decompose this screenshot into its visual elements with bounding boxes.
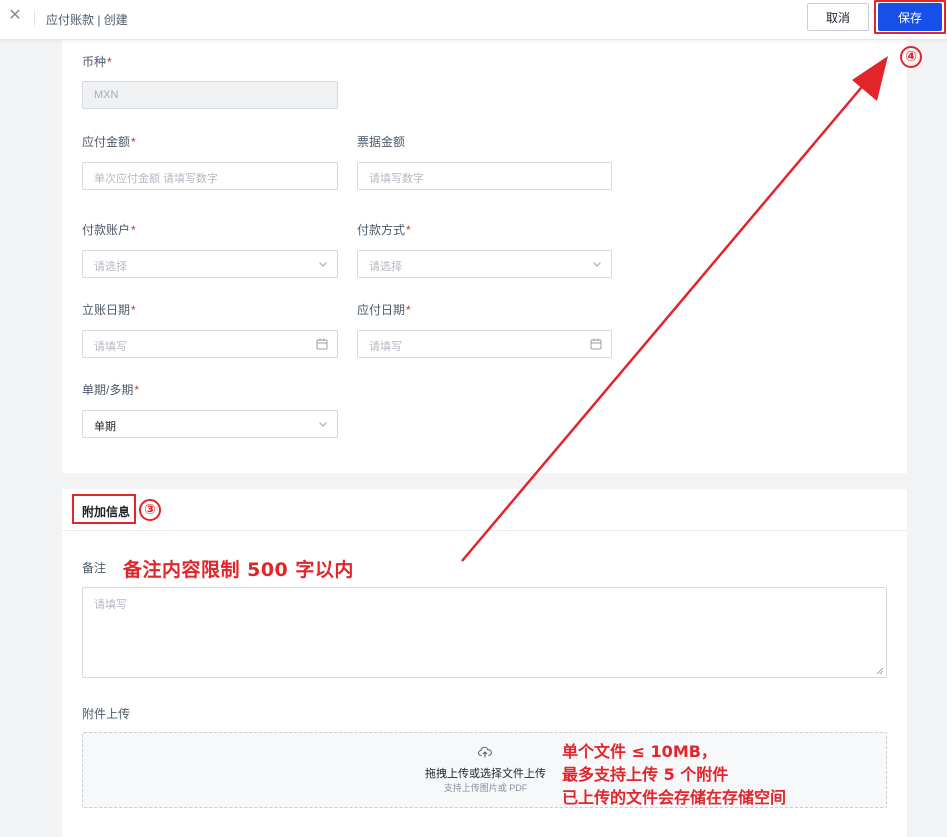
annotation-step-3: ③ bbox=[139, 499, 161, 521]
close-icon[interactable]: ✕ bbox=[8, 8, 22, 24]
due-date-label: 应付日期* bbox=[357, 303, 411, 317]
invoice-amount-input[interactable]: 请填写数字 bbox=[357, 162, 612, 190]
chevron-down-icon bbox=[319, 262, 327, 267]
period-type-value: 单期 bbox=[94, 421, 116, 433]
chevron-down-icon bbox=[593, 262, 601, 267]
section-title: 附加信息 bbox=[82, 505, 131, 519]
payment-method-label: 付款方式* bbox=[357, 223, 411, 237]
annotation-upload-note: 单个文件 ≤ 10MB， bbox=[562, 742, 717, 761]
annotation-upload-note: 已上传的文件会存储在存储空间 bbox=[562, 788, 787, 807]
annotation-remark-note: 备注内容限制 500 字以内 bbox=[123, 559, 354, 581]
payment-account-label: 付款账户* bbox=[82, 223, 136, 237]
payable-amount-input[interactable]: 单次应付金额 请填写数字 bbox=[82, 162, 338, 190]
annotation-step-4: ④ bbox=[900, 46, 922, 68]
attachment-label: 附件上传 bbox=[82, 707, 131, 721]
remark-textarea[interactable]: 请填写 bbox=[82, 587, 887, 678]
payment-account-placeholder: 请选择 bbox=[94, 261, 127, 273]
annotation-upload-notes: 单个文件 ≤ 10MB， 最多支持上传 5 个附件 已上传的文件会存储在存储空间 bbox=[562, 740, 786, 809]
invoice-amount-placeholder: 请填写数字 bbox=[369, 173, 424, 185]
due-date-placeholder: 请填写 bbox=[369, 341, 402, 353]
invoice-amount-label: 票据金额 bbox=[357, 135, 406, 149]
save-button[interactable]: 保存 bbox=[878, 3, 942, 31]
divider bbox=[34, 10, 35, 26]
payment-account-select[interactable]: 请选择 bbox=[82, 250, 338, 278]
resize-handle-icon[interactable] bbox=[876, 667, 884, 675]
payment-method-select[interactable]: 请选择 bbox=[357, 250, 612, 278]
remark-label: 备注 bbox=[82, 561, 107, 575]
top-bar: ✕ 应付账款 | 创建 取消 保存 bbox=[0, 0, 947, 40]
accounting-date-placeholder: 请填写 bbox=[94, 341, 127, 353]
payable-amount-label: 应付金额* bbox=[82, 135, 136, 149]
period-type-select[interactable]: 单期 bbox=[82, 410, 338, 438]
accounting-date-label: 立账日期* bbox=[82, 303, 136, 317]
calendar-icon bbox=[316, 338, 328, 350]
payable-amount-placeholder: 单次应付金额 请填写数字 bbox=[94, 173, 219, 185]
payment-method-placeholder: 请选择 bbox=[369, 261, 402, 273]
upload-cloud-icon bbox=[478, 746, 492, 758]
annotation-upload-note: 最多支持上传 5 个附件 bbox=[562, 765, 729, 784]
calendar-icon bbox=[590, 338, 602, 350]
currency-label: 币种* bbox=[82, 55, 112, 69]
currency-value: MXN bbox=[94, 89, 119, 101]
remark-placeholder: 请填写 bbox=[94, 599, 127, 611]
page-title: 应付账款 | 创建 bbox=[46, 13, 128, 27]
currency-field: MXN bbox=[82, 81, 338, 109]
cancel-button[interactable]: 取消 bbox=[807, 3, 869, 31]
chevron-down-icon bbox=[319, 422, 327, 427]
due-date-picker[interactable]: 请填写 bbox=[357, 330, 612, 358]
accounting-date-picker[interactable]: 请填写 bbox=[82, 330, 338, 358]
period-type-label: 单期/多期* bbox=[82, 383, 140, 397]
extra-info-header: 附加信息 bbox=[62, 489, 907, 531]
